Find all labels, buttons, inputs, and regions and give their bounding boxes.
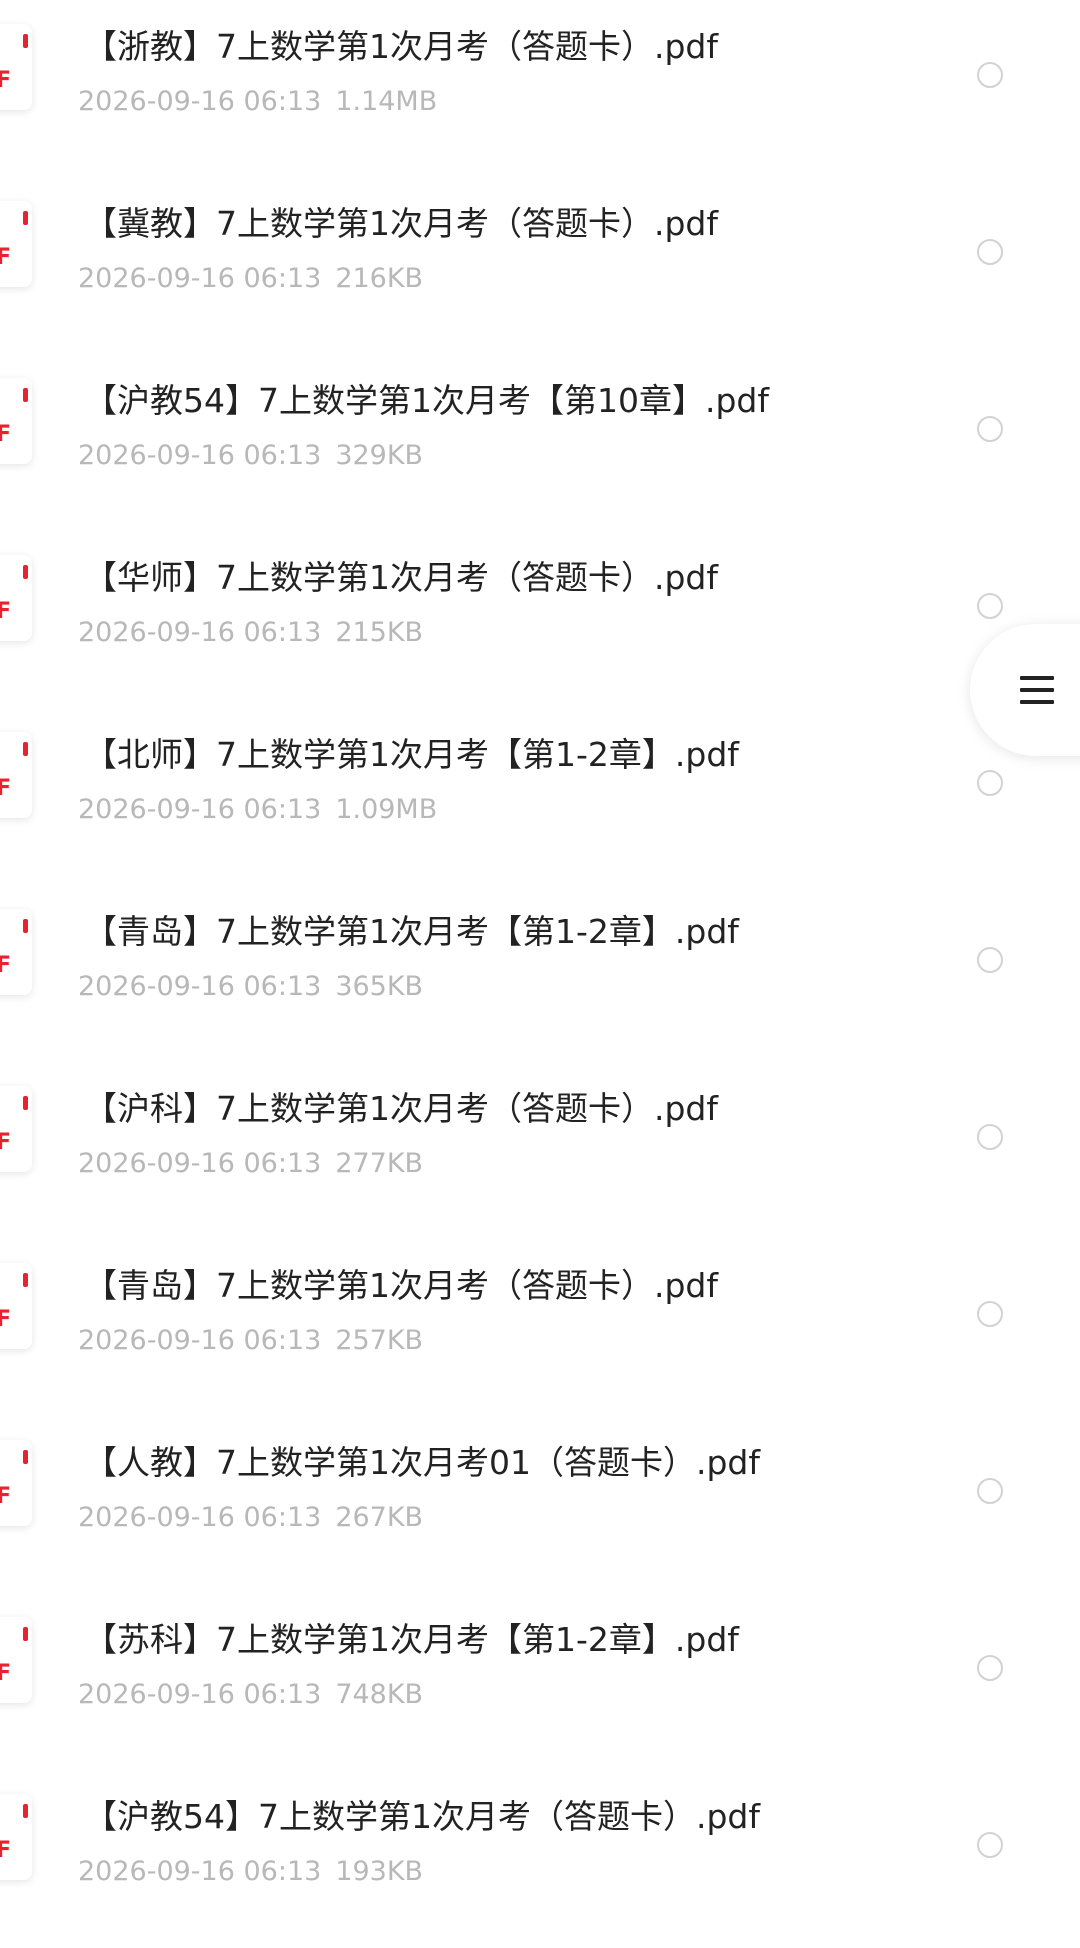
file-ext-letter: F	[0, 68, 12, 93]
file-date: 2026-09-16 06:13	[78, 794, 322, 825]
file-row[interactable]: F 【沪科】7上数学第1次月考（答题卡）.pdf 2026-09-16 06:1…	[0, 1062, 1080, 1240]
file-ext-letter: F	[0, 776, 12, 801]
select-radio[interactable]	[977, 62, 1003, 88]
select-radio[interactable]	[977, 593, 1003, 619]
select-radio[interactable]	[977, 770, 1003, 796]
file-meta: 2026-09-16 06:13 267KB	[78, 1502, 423, 1533]
file-meta: 2026-09-16 06:13 329KB	[78, 440, 423, 471]
file-date: 2026-09-16 06:13	[78, 617, 322, 648]
file-ext-letter: F	[0, 245, 12, 270]
pdf-file-icon: F	[0, 1440, 32, 1526]
file-date: 2026-09-16 06:13	[78, 86, 322, 117]
file-size: 216KB	[335, 263, 424, 294]
file-ext-letter: F	[0, 1661, 12, 1686]
file-size: 277KB	[335, 1148, 424, 1179]
file-name: 【华师】7上数学第1次月考（答题卡）.pdf	[84, 558, 718, 597]
file-name: 【人教】7上数学第1次月考01（答题卡）.pdf	[84, 1443, 760, 1482]
select-radio[interactable]	[977, 1124, 1003, 1150]
select-radio[interactable]	[977, 416, 1003, 442]
select-radio[interactable]	[977, 1832, 1003, 1858]
file-date: 2026-09-16 06:13	[78, 263, 322, 294]
pdf-file-icon: F	[0, 909, 32, 995]
file-date: 2026-09-16 06:13	[78, 1502, 322, 1533]
file-name: 【青岛】7上数学第1次月考【第1-2章】.pdf	[84, 912, 739, 951]
file-row[interactable]: F 【浙教】7上数学第1次月考（答题卡）.pdf 2026-09-16 06:1…	[0, 0, 1080, 178]
select-radio[interactable]	[977, 1655, 1003, 1681]
file-meta: 2026-09-16 06:13 748KB	[78, 1679, 423, 1710]
file-ext-letter: F	[0, 1307, 12, 1332]
file-name: 【北师】7上数学第1次月考【第1-2章】.pdf	[84, 735, 739, 774]
pdf-file-icon: F	[0, 24, 32, 110]
file-ext-letter: F	[0, 1484, 12, 1509]
file-size: 193KB	[335, 1856, 424, 1887]
select-radio[interactable]	[977, 239, 1003, 265]
file-name: 【沪教54】7上数学第1次月考【第10章】.pdf	[84, 381, 769, 420]
file-size: 1.09MB	[335, 794, 438, 825]
file-size: 365KB	[335, 971, 424, 1002]
file-meta: 2026-09-16 06:13 216KB	[78, 263, 423, 294]
menu-icon	[1020, 674, 1054, 706]
pdf-file-icon: F	[0, 1794, 32, 1880]
pdf-file-icon: F	[0, 1086, 32, 1172]
file-ext-letter: F	[0, 1838, 12, 1863]
pdf-file-icon: F	[0, 555, 32, 641]
file-date: 2026-09-16 06:13	[78, 1856, 322, 1887]
file-ext-letter: F	[0, 599, 12, 624]
file-row[interactable]: F 【沪教54】7上数学第1次月考【第10章】.pdf 2026-09-16 0…	[0, 354, 1080, 532]
file-meta: 2026-09-16 06:13 215KB	[78, 617, 423, 648]
file-row[interactable]: F 【人教】7上数学第1次月考01（答题卡）.pdf 2026-09-16 06…	[0, 1416, 1080, 1594]
file-ext-letter: F	[0, 953, 12, 978]
file-list: F 【浙教】7上数学第1次月考（答题卡）.pdf 2026-09-16 06:1…	[0, 0, 1080, 1945]
pdf-file-icon: F	[0, 732, 32, 818]
file-row[interactable]: F 【青岛】7上数学第1次月考【第1-2章】.pdf 2026-09-16 06…	[0, 885, 1080, 1063]
file-row[interactable]: F 【冀教】7上数学第1次月考（答题卡）.pdf 2026-09-16 06:1…	[0, 177, 1080, 355]
file-row[interactable]: F 【青岛】7上数学第1次月考（答题卡）.pdf 2026-09-16 06:1…	[0, 1239, 1080, 1417]
file-size: 257KB	[335, 1325, 424, 1356]
file-ext-letter: F	[0, 1130, 12, 1155]
pdf-file-icon: F	[0, 1617, 32, 1703]
file-name: 【沪科】7上数学第1次月考（答题卡）.pdf	[84, 1089, 718, 1128]
file-meta: 2026-09-16 06:13 365KB	[78, 971, 423, 1002]
file-meta: 2026-09-16 06:13 257KB	[78, 1325, 423, 1356]
file-name: 【青岛】7上数学第1次月考（答题卡）.pdf	[84, 1266, 718, 1305]
file-meta: 2026-09-16 06:13 277KB	[78, 1148, 423, 1179]
file-name: 【浙教】7上数学第1次月考（答题卡）.pdf	[84, 27, 718, 66]
file-date: 2026-09-16 06:13	[78, 440, 322, 471]
file-size: 329KB	[335, 440, 424, 471]
file-date: 2026-09-16 06:13	[78, 971, 322, 1002]
file-size: 267KB	[335, 1502, 424, 1533]
select-radio[interactable]	[977, 1301, 1003, 1327]
file-date: 2026-09-16 06:13	[78, 1148, 322, 1179]
file-name: 【沪教54】7上数学第1次月考（答题卡）.pdf	[84, 1797, 760, 1836]
file-meta: 2026-09-16 06:13 1.09MB	[78, 794, 437, 825]
file-ext-letter: F	[0, 422, 12, 447]
file-row[interactable]: F 【苏科】7上数学第1次月考【第1-2章】.pdf 2026-09-16 06…	[0, 1593, 1080, 1771]
pdf-file-icon: F	[0, 201, 32, 287]
file-date: 2026-09-16 06:13	[78, 1679, 322, 1710]
pdf-file-icon: F	[0, 1263, 32, 1349]
file-row[interactable]: F 【沪教54】7上数学第1次月考（答题卡）.pdf 2026-09-16 06…	[0, 1770, 1080, 1948]
file-size: 748KB	[335, 1679, 424, 1710]
select-radio[interactable]	[977, 1478, 1003, 1504]
file-meta: 2026-09-16 06:13 1.14MB	[78, 86, 437, 117]
file-row[interactable]: F 【华师】7上数学第1次月考（答题卡）.pdf 2026-09-16 06:1…	[0, 531, 1080, 709]
file-meta: 2026-09-16 06:13 193KB	[78, 1856, 423, 1887]
file-date: 2026-09-16 06:13	[78, 1325, 322, 1356]
file-name: 【冀教】7上数学第1次月考（答题卡）.pdf	[84, 204, 718, 243]
file-row[interactable]: F 【北师】7上数学第1次月考【第1-2章】.pdf 2026-09-16 06…	[0, 708, 1080, 886]
file-name: 【苏科】7上数学第1次月考【第1-2章】.pdf	[84, 1620, 739, 1659]
file-size: 215KB	[335, 617, 424, 648]
file-size: 1.14MB	[335, 86, 438, 117]
select-radio[interactable]	[977, 947, 1003, 973]
pdf-file-icon: F	[0, 378, 32, 464]
